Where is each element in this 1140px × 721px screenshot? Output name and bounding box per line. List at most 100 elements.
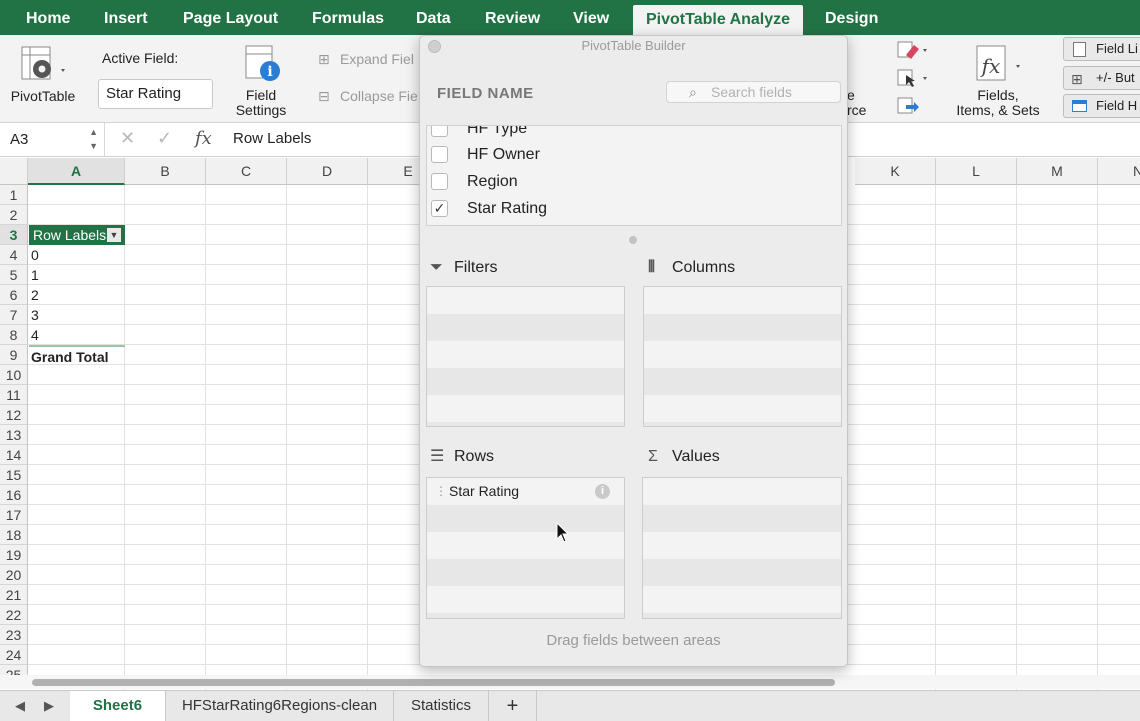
move-pivottable-icon[interactable] [896,95,922,120]
collapse-field-button[interactable]: ⊟ Collapse Fie [318,88,418,105]
tab-data[interactable]: Data [416,0,451,35]
horizontal-scrollbar[interactable] [0,675,1140,689]
formula-content[interactable]: Row Labels [233,130,311,147]
field-item-star-rating[interactable]: ✓ Star Rating [427,195,841,222]
cell-a8[interactable]: 4 [29,325,39,345]
cancel-icon[interactable]: ✕ [120,128,135,149]
column-header-n[interactable]: N [1098,158,1140,185]
cell-a5[interactable]: 1 [29,265,39,285]
rows-drop-zone[interactable]: ⋮ Star Rating i [426,477,625,619]
row-header[interactable]: 12 [0,405,28,425]
fields-items-sets-icon[interactable]: fx [975,45,1025,86]
select-icon[interactable] [896,67,930,92]
tab-view[interactable]: View [573,0,609,35]
fields-items-sets-label[interactable]: Fields, Items, & Sets [952,88,1044,118]
tab-insert[interactable]: Insert [104,0,148,35]
field-label: Region [467,173,518,190]
values-drop-zone[interactable] [642,477,842,619]
cell-a9-grand-total[interactable]: Grand Total [29,345,125,365]
tab-design[interactable]: Design [825,0,878,35]
column-header-d[interactable]: D [287,158,368,185]
tab-formulas[interactable]: Formulas [312,0,384,35]
row-header[interactable]: 8 [0,325,28,345]
next-sheet-icon[interactable]: ▶ [44,698,54,714]
change-data-source-partial[interactable]: e rce [847,88,866,118]
sheet-tab-hfstarrating[interactable]: HFStarRating6Regions-clean [166,691,394,721]
row-header[interactable]: 20 [0,565,28,585]
gridline [1097,185,1098,690]
field-item-region[interactable]: Region [427,168,841,195]
field-settings-icon[interactable]: i [244,45,284,86]
sigma-icon: Σ [648,448,658,465]
field-headers-button[interactable]: Field H [1063,94,1140,118]
field-checkbox[interactable] [431,126,448,137]
column-header-m[interactable]: M [1017,158,1098,185]
row-header[interactable]: 14 [0,445,28,465]
plus-minus-buttons-button[interactable]: ⊞ +/- But [1063,66,1140,90]
tab-page-layout[interactable]: Page Layout [183,0,278,35]
columns-drop-zone[interactable] [643,286,842,427]
row-header[interactable]: 13 [0,425,28,445]
row-header[interactable]: 16 [0,485,28,505]
tab-review[interactable]: Review [485,0,540,35]
column-header-a[interactable]: A [28,158,125,185]
field-settings-label[interactable]: Field Settings [230,88,292,118]
row-header[interactable]: 6 [0,285,28,305]
sheet-tab-sheet6[interactable]: Sheet6 [70,691,166,721]
scrollbar-thumb[interactable] [32,679,835,686]
row-header[interactable]: 3 [0,225,28,245]
row-header[interactable]: 18 [0,525,28,545]
expand-field-button[interactable]: ⊞ Expand Fiel [318,51,414,68]
active-field-input[interactable]: Star Rating [98,79,213,109]
row-header[interactable]: 11 [0,385,28,405]
select-all-corner[interactable] [0,158,28,185]
prev-sheet-icon[interactable]: ◀ [15,698,25,714]
column-header-k[interactable]: K [855,158,936,185]
cell-a4[interactable]: 0 [29,245,39,265]
drag-handle-icon[interactable]: ⋮ [435,478,447,505]
search-fields-input[interactable]: ⌕ Search fields [666,81,841,103]
clear-icon[interactable] [896,39,930,64]
enter-icon[interactable]: ✓ [157,128,172,149]
field-list[interactable]: HF Type HF Owner Region ✓ Star Rating [426,125,842,226]
pivottable-options-button[interactable] [18,45,68,88]
row-header[interactable]: 4 [0,245,28,265]
field-info-icon[interactable]: i [595,484,610,499]
row-header[interactable]: 7 [0,305,28,325]
cell-a6[interactable]: 2 [29,285,39,305]
row-header[interactable]: 9 [0,345,28,365]
field-item-hf-owner[interactable]: HF Owner [427,141,841,168]
sheet-tab-statistics[interactable]: Statistics [394,691,489,721]
tab-home[interactable]: Home [26,0,70,35]
row-header[interactable]: 24 [0,645,28,665]
filter-dropdown-icon[interactable]: ▼ [107,228,121,242]
field-list-button[interactable]: Field Li [1063,37,1140,61]
collapse-icon: ⊟ [318,88,330,104]
add-sheet-button[interactable]: + [489,691,537,721]
field-checkbox[interactable] [431,146,448,163]
column-header-l[interactable]: L [936,158,1017,185]
row-header[interactable]: 2 [0,205,28,225]
row-header[interactable]: 22 [0,605,28,625]
field-item-hf-type[interactable]: HF Type [427,126,841,142]
row-header[interactable]: 1 [0,185,28,205]
tab-pivottable-analyze[interactable]: PivotTable Analyze [633,5,804,35]
row-header[interactable]: 15 [0,465,28,485]
function-icon[interactable]: fx [195,128,212,149]
field-checkbox-checked[interactable]: ✓ [431,200,448,217]
cell-a7[interactable]: 3 [29,305,39,325]
cell-a3-row-labels[interactable]: Row Labels ▼ [29,225,125,245]
row-header[interactable]: 19 [0,545,28,565]
field-checkbox[interactable] [431,173,448,190]
splitter-handle[interactable] [629,236,637,244]
filters-drop-zone[interactable] [426,286,625,427]
row-header[interactable]: 5 [0,265,28,285]
column-header-c[interactable]: C [206,158,287,185]
column-header-b[interactable]: B [125,158,206,185]
row-header[interactable]: 21 [0,585,28,605]
row-header[interactable]: 23 [0,625,28,645]
rows-field-pill-star-rating[interactable]: ⋮ Star Rating i [427,478,624,505]
row-header[interactable]: 17 [0,505,28,525]
row-header[interactable]: 10 [0,365,28,385]
name-box[interactable]: A3 ▲ ▼ [0,123,105,157]
